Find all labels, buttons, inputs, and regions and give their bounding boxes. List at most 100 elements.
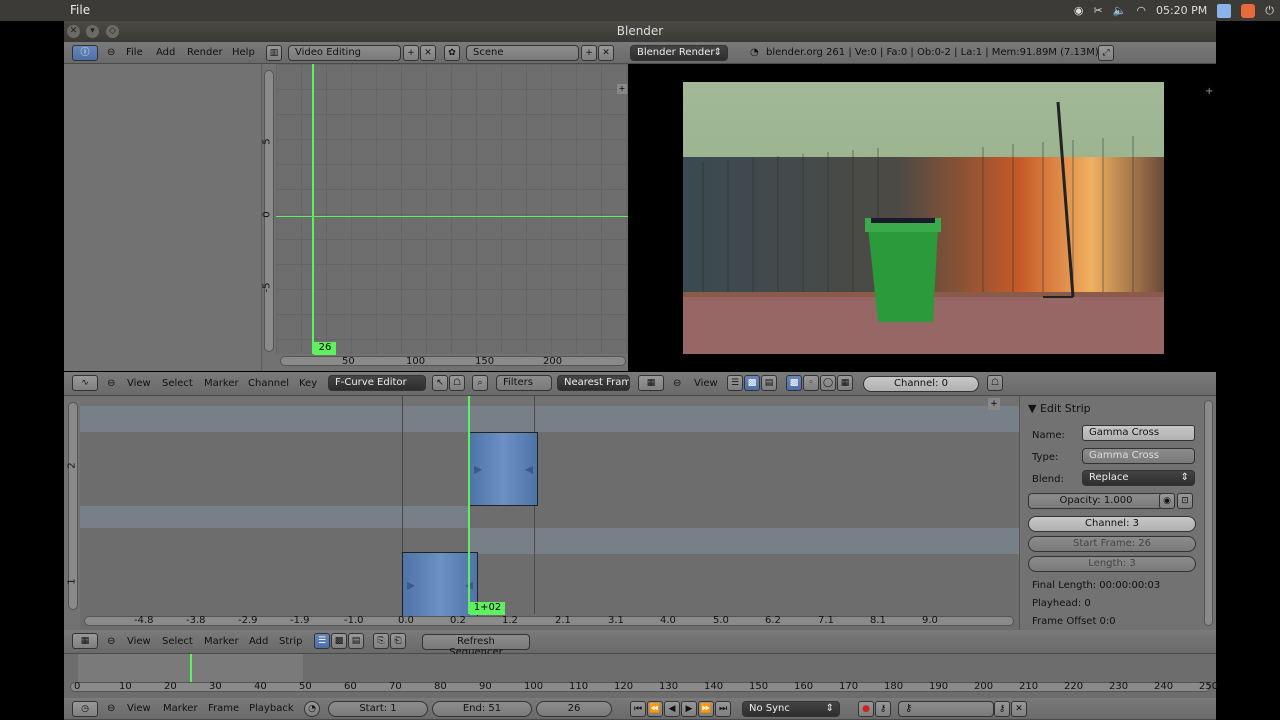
sync-select[interactable]: No Sync ⇕ bbox=[742, 701, 840, 717]
render-engine-select[interactable]: Blender Render ⇕ bbox=[630, 45, 728, 61]
strip-handle-right-icon[interactable]: ◂ bbox=[525, 459, 533, 478]
insert-keyframe-icon[interactable]: ⚷ bbox=[994, 701, 1010, 717]
name-field[interactable]: Gamma Cross bbox=[1082, 425, 1195, 441]
add-region-icon[interactable]: + bbox=[1205, 86, 1213, 97]
collapse-icon[interactable]: ⊖ bbox=[107, 47, 115, 58]
refresh-sequencer-button[interactable]: Refresh Sequencer bbox=[422, 634, 530, 658]
menu-marker[interactable]: Marker bbox=[204, 378, 239, 389]
editor-type-sequencer-icon[interactable]: ▦ bbox=[72, 633, 98, 649]
collapse-icon[interactable]: ⊖ bbox=[107, 703, 115, 714]
edit-strip-panel-header[interactable]: ▼ Edit Strip bbox=[1028, 402, 1091, 415]
horizontal-scrollbar[interactable] bbox=[280, 356, 626, 366]
delete-keyframe-icon[interactable]: ✕ bbox=[1011, 701, 1027, 717]
filters-button[interactable]: Filters bbox=[496, 375, 552, 391]
menu-frame[interactable]: Frame bbox=[208, 703, 239, 714]
histogram-icon[interactable]: ▦ bbox=[837, 375, 853, 391]
search-icon[interactable]: ⌕ bbox=[472, 375, 488, 391]
ghost-icon[interactable]: ☖ bbox=[449, 375, 465, 391]
type-select[interactable]: Gamma Cross bbox=[1082, 448, 1195, 464]
wifi-icon[interactable]: ◠ bbox=[1136, 4, 1146, 17]
menu-marker[interactable]: Marker bbox=[204, 636, 239, 647]
menu-render[interactable]: Render bbox=[187, 47, 223, 58]
remove-scene-icon[interactable]: ✕ bbox=[598, 45, 614, 61]
sequencer-editor[interactable]: 2 1 ▸ ◂ ▸ ◂ 1+02 + -4.8 -3.8 -2.9 -1.9 -1.0 0… bbox=[64, 396, 1019, 630]
view-both-icon[interactable]: ▤ bbox=[761, 375, 777, 391]
keying-set-icon[interactable]: ⚷ bbox=[875, 701, 891, 717]
channel-region[interactable] bbox=[64, 64, 262, 371]
fullscreen-icon[interactable]: ⤢ bbox=[1098, 45, 1114, 61]
length-field[interactable]: Length: 3 bbox=[1028, 556, 1196, 572]
graph-mode-select[interactable]: F-Curve Editor bbox=[328, 375, 426, 391]
menu-playback[interactable]: Playback bbox=[249, 703, 294, 714]
channel-field[interactable]: Channel: 0 bbox=[863, 376, 979, 392]
paste-icon[interactable]: ⎗ bbox=[390, 633, 406, 649]
user-icon[interactable] bbox=[1217, 3, 1232, 18]
strip-handle-left-icon[interactable]: ▸ bbox=[407, 575, 415, 594]
add-scene-icon[interactable]: + bbox=[581, 45, 597, 61]
editor-type-timeline-icon[interactable]: ◷ bbox=[72, 701, 98, 717]
horizontal-scrollbar[interactable] bbox=[70, 682, 1210, 692]
menu-add[interactable]: Add bbox=[156, 47, 175, 58]
blend-select[interactable]: Replace ⇕ bbox=[1082, 470, 1195, 486]
view-both-icon[interactable]: ▤ bbox=[348, 633, 364, 649]
menu-channel[interactable]: Channel bbox=[248, 378, 289, 389]
view-preview-icon[interactable]: ▩ bbox=[331, 633, 347, 649]
view-preview-icon[interactable]: ▩ bbox=[744, 375, 760, 391]
add-screen-icon[interactable]: + bbox=[403, 45, 419, 61]
menu-view[interactable]: View bbox=[127, 636, 151, 647]
remove-screen-icon[interactable]: ✕ bbox=[420, 45, 436, 61]
graph-editor[interactable]: 5 0 -5 26 50 100 150 200 + bbox=[64, 64, 628, 371]
sequencer-preview[interactable]: + bbox=[630, 64, 1216, 372]
editor-type-info-icon[interactable]: ⓘ bbox=[72, 45, 98, 61]
lock-icon[interactable]: ⊡ bbox=[1177, 493, 1193, 509]
view-sequencer-icon[interactable]: ☰ bbox=[314, 633, 330, 649]
volume-icon[interactable]: 🔈 bbox=[1113, 4, 1127, 17]
menu-key[interactable]: Key bbox=[299, 378, 317, 389]
editor-type-sequencer-icon[interactable]: ▦ bbox=[638, 375, 664, 391]
snap-select[interactable]: Nearest Frame bbox=[557, 375, 630, 391]
eye-icon[interactable]: ◉ bbox=[1159, 493, 1175, 509]
copy-icon[interactable]: ⎘ bbox=[373, 633, 389, 649]
chroma-icon[interactable]: ◯ bbox=[820, 375, 836, 391]
end-frame-field[interactable]: End: 51 bbox=[432, 701, 532, 717]
vertical-scrollbar[interactable] bbox=[1204, 400, 1213, 626]
jump-next-keyframe-icon[interactable]: ⏩ bbox=[698, 701, 714, 717]
record-icon[interactable]: ● bbox=[858, 701, 874, 717]
menu-add[interactable]: Add bbox=[249, 636, 268, 647]
scissors-icon[interactable]: ✂ bbox=[1093, 4, 1102, 17]
add-region-icon[interactable]: + bbox=[617, 84, 627, 94]
image-strip[interactable]: ▸ ◂ bbox=[402, 552, 478, 618]
ghost-icon[interactable]: ☖ bbox=[987, 375, 1003, 391]
keying-set-field[interactable]: ⚷ bbox=[898, 701, 994, 717]
menu-view[interactable]: View bbox=[127, 703, 151, 714]
scene-field[interactable]: Scene bbox=[466, 45, 579, 61]
display-image-icon[interactable]: ▩ bbox=[786, 375, 802, 391]
only-selected-icon[interactable]: ↖ bbox=[432, 375, 448, 391]
menu-select[interactable]: Select bbox=[162, 378, 193, 389]
preview-range-icon[interactable]: ◔ bbox=[304, 701, 320, 717]
play-reverse-icon[interactable]: ◀ bbox=[664, 701, 680, 717]
collapse-icon[interactable]: ⊖ bbox=[107, 636, 115, 647]
ubuntu-icon[interactable] bbox=[1241, 3, 1256, 18]
screen-layout-field[interactable]: Video Editing bbox=[288, 45, 401, 61]
opacity-field[interactable]: Opacity: 1.000 bbox=[1028, 493, 1164, 509]
luma-icon[interactable]: ◦ bbox=[803, 375, 819, 391]
gamma-cross-strip[interactable]: ▸ ◂ bbox=[469, 432, 538, 506]
current-frame-field[interactable]: 26 bbox=[536, 701, 612, 717]
menu-marker[interactable]: Marker bbox=[163, 703, 198, 714]
timeline[interactable]: 0 10 20 30 40 50 60 70 80 90 100 110 120 130 140 150 160… bbox=[64, 654, 1218, 698]
add-region-icon[interactable]: + bbox=[988, 398, 1000, 410]
start-frame-field[interactable]: Start: 1 bbox=[328, 701, 428, 717]
play-icon[interactable]: ▶ bbox=[681, 701, 697, 717]
collapse-icon[interactable]: ⊖ bbox=[673, 378, 681, 389]
power-icon[interactable]: ⏻ bbox=[1265, 4, 1274, 18]
menu-select[interactable]: Select bbox=[162, 636, 193, 647]
os-file-menu[interactable]: File bbox=[70, 3, 90, 17]
scene-icon[interactable]: ✿ bbox=[444, 45, 460, 61]
menu-help[interactable]: Help bbox=[232, 47, 255, 58]
jump-prev-keyframe-icon[interactable]: ⏪ bbox=[647, 701, 663, 717]
editor-type-graph-icon[interactable]: ∿ bbox=[72, 375, 98, 391]
accessibility-icon[interactable]: ◉ bbox=[1074, 4, 1084, 17]
jump-start-icon[interactable]: ⏮ bbox=[630, 701, 646, 717]
screen-layout-icon[interactable]: ▥ bbox=[266, 45, 282, 61]
